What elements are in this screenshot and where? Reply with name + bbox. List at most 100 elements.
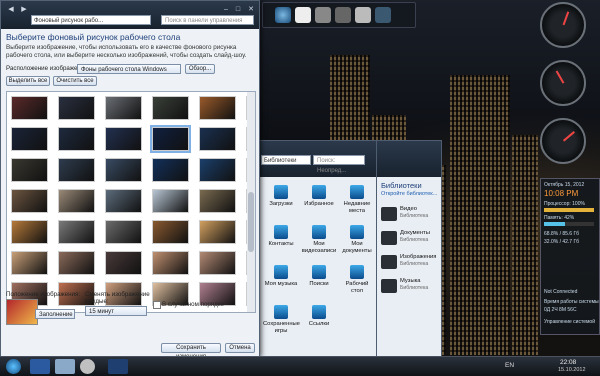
address-bar[interactable]: Фоновый рисунок рабо...	[31, 15, 151, 25]
language-indicator[interactable]: EN	[505, 362, 514, 369]
wallpaper-thumbnail[interactable]	[199, 158, 236, 182]
wallpaper-thumbnail[interactable]	[105, 189, 142, 213]
sysmon-uptime-label: Время работы системы	[544, 299, 599, 305]
explorer1-item[interactable]: Ссылки	[301, 303, 337, 341]
wallpaper-thumbnail[interactable]	[58, 96, 95, 120]
wallpaper-thumbnail[interactable]	[199, 251, 236, 275]
explorer1-item-label: Сохраненные игры	[263, 321, 300, 334]
explorer1-item[interactable]: Поиски	[301, 263, 337, 301]
drive-dock-icon[interactable]	[335, 7, 351, 23]
library-row[interactable]: Изображения Библиотека	[381, 253, 437, 275]
personalize-taskbar-icon[interactable]	[108, 359, 128, 374]
explorer1-item[interactable]: Контакты	[263, 223, 299, 261]
interval-select[interactable]: 15 минут	[85, 306, 147, 316]
explorer1-item-label: Избранное	[304, 201, 334, 207]
library-name: Изображения	[400, 254, 437, 260]
explorer2-title: Библиотеки	[381, 181, 422, 190]
maximize-button[interactable]: □	[231, 5, 245, 15]
document-dock-icon[interactable]	[295, 7, 311, 23]
library-row[interactable]: Музыка Библиотека	[381, 277, 437, 299]
position-select[interactable]: Заполнение	[35, 309, 75, 319]
taskbar-clock-time[interactable]: 22:08	[560, 359, 576, 366]
wallpaper-thumbnail[interactable]	[58, 251, 95, 275]
library-icon	[381, 231, 397, 245]
sysmon-disk2: 32.0% / 42.7 Гб	[544, 239, 580, 245]
explorer1-item[interactable]: Недавние места	[339, 183, 375, 221]
printer-dock-icon[interactable]	[355, 7, 371, 23]
explorer1-item[interactable]: Избранное	[301, 183, 337, 221]
library-row[interactable]: Документы Библиотека	[381, 229, 437, 251]
media-taskbar-icon[interactable]	[80, 359, 95, 374]
wallpaper-thumbnail[interactable]	[105, 158, 142, 182]
wallpaper-thumbnail[interactable]	[199, 127, 236, 151]
globe-dock-icon[interactable]	[275, 7, 291, 23]
monitor-dock-icon[interactable]	[375, 7, 391, 23]
wallpaper-thumbnail[interactable]	[58, 158, 95, 182]
explorer1-item-label: Рабочий стол	[345, 281, 369, 294]
start-button[interactable]	[6, 359, 21, 374]
save-button[interactable]: Сохранить изменения	[161, 343, 221, 360]
wallpaper-thumbnail[interactable]	[11, 251, 48, 275]
cancel-button[interactable]: Отмена	[225, 343, 255, 353]
wallpaper-thumbnail[interactable]	[58, 189, 95, 213]
wallpaper-thumbnail[interactable]	[11, 189, 48, 213]
wallpaper-thumbnail[interactable]	[11, 127, 48, 151]
back-button[interactable]: ◀	[4, 5, 18, 15]
wallpaper-thumbnail[interactable]	[11, 158, 48, 182]
library-icon	[381, 207, 397, 221]
sysmon-cpu-label: Процессор: 100%	[544, 201, 585, 207]
folder-taskbar-icon[interactable]	[55, 359, 75, 374]
wallpaper-thumbnail[interactable]	[105, 251, 142, 275]
wallpaper-thumbnail[interactable]	[105, 220, 142, 244]
scrollbar-thumb[interactable]	[248, 192, 254, 252]
explorer1-item-label: Поиски	[309, 281, 329, 287]
wallpaper-thumbnail[interactable]	[11, 96, 48, 120]
wallpaper-thumbnail[interactable]	[152, 158, 189, 182]
library-icon	[381, 255, 397, 269]
sysmon-manage-link[interactable]: Управление системой	[544, 319, 595, 325]
clear-all-button[interactable]: Очистить все	[53, 76, 97, 86]
desktop-background-window: ◀ ▶ – □ ✕ Фоновый рисунок рабо... Поиск …	[0, 0, 260, 360]
wallpaper-thumbnail[interactable]	[105, 96, 142, 120]
explorer1-item[interactable]: Загрузки	[263, 183, 299, 221]
taskbar-clock-date[interactable]: 15.10.2012	[558, 367, 586, 373]
library-row[interactable]: Видео Библиотека	[381, 205, 437, 227]
explorer1-item[interactable]: Моя музыка	[263, 263, 299, 301]
explorer1-item[interactable]: Сохраненные игры	[263, 303, 300, 341]
wallpaper-thumbnail[interactable]	[11, 220, 48, 244]
forward-button[interactable]: ▶	[17, 5, 31, 15]
wallpaper-thumbnail[interactable]	[152, 251, 189, 275]
library-type: Библиотека	[400, 213, 429, 219]
wallpaper-thumbnail[interactable]	[105, 127, 142, 151]
shuffle-checkbox[interactable]	[153, 301, 161, 309]
explorer2-subtitle[interactable]: Откройте библиотек...	[381, 191, 437, 197]
location-select[interactable]: Фоны рабочего стола Windows	[77, 64, 181, 74]
ram-bar	[544, 222, 594, 226]
change-every-label: Сменять изображение каждые:	[85, 291, 150, 305]
select-all-button[interactable]: Выделить все	[6, 76, 50, 86]
folder-icon	[350, 185, 364, 199]
browse-button[interactable]: Обзор...	[185, 64, 215, 74]
explorer1-item[interactable]: Рабочий стол	[339, 263, 375, 301]
close-button[interactable]: ✕	[244, 5, 258, 15]
wallpaper-thumbnail[interactable]	[152, 96, 189, 120]
wallpaper-thumbnail[interactable]	[58, 220, 95, 244]
wallpaper-thumbnail[interactable]	[199, 189, 236, 213]
wallpaper-thumbnail[interactable]	[199, 220, 236, 244]
explorer1-item[interactable]: Мои документы	[339, 223, 375, 261]
explorer1-breadcrumb[interactable]: Библиотеки	[261, 155, 311, 165]
wallpaper-thumbnail[interactable]	[152, 189, 189, 213]
search-input[interactable]: Поиск в панели управления	[161, 15, 254, 25]
gallery-scrollbar[interactable]	[247, 92, 255, 312]
wallpaper-thumbnail[interactable]	[199, 96, 236, 120]
wallpaper-thumbnail[interactable]	[150, 125, 191, 153]
folder-icon	[350, 265, 364, 279]
ie-taskbar-icon[interactable]	[30, 359, 50, 374]
media-dock-icon[interactable]	[315, 7, 331, 23]
position-label: Положение изображения:	[6, 291, 81, 298]
explorer1-search-input[interactable]: Поиск: Неопред...	[313, 155, 365, 174]
explorer1-item[interactable]: Мои видеозаписи	[301, 223, 337, 261]
explorer1-items: Загрузки Избранное Недавние места Контакты М…	[263, 183, 375, 341]
wallpaper-thumbnail[interactable]	[58, 127, 95, 151]
wallpaper-thumbnail[interactable]	[152, 220, 189, 244]
